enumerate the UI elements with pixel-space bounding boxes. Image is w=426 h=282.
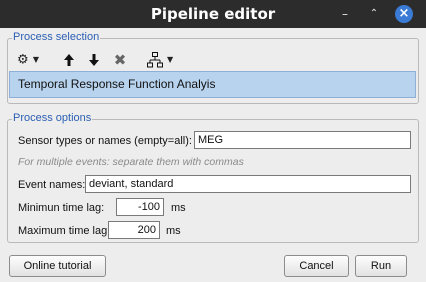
process-list-item[interactable]: Temporal Response Function Analyis xyxy=(9,71,416,98)
chevron-down-icon: ▼ xyxy=(32,55,39,64)
max-lag-field[interactable]: 200 xyxy=(108,221,160,239)
process-selection-panel: Process selection ⚙ ▼ ✖ ▼ Temporal Respo… xyxy=(7,31,419,104)
settings-menu-button[interactable]: ⚙ ▼ xyxy=(14,51,42,69)
process-selection-legend: Process selection xyxy=(12,31,101,43)
minimize-icon[interactable]: – xyxy=(336,5,354,23)
chevron-down-icon: ▼ xyxy=(166,55,174,64)
maximize-icon[interactable]: ⌃ xyxy=(365,5,383,23)
event-names-label: Event names: xyxy=(18,179,86,191)
move-down-button[interactable] xyxy=(87,51,101,69)
process-options-legend: Process options xyxy=(12,112,93,124)
cancel-button[interactable]: Cancel xyxy=(284,255,349,277)
event-names-field[interactable]: deviant, standard xyxy=(85,175,411,193)
title-bar: Pipeline editor – ⌃ × xyxy=(0,0,426,28)
pipeline-menu-button[interactable]: ▼ xyxy=(144,51,176,69)
window-title: Pipeline editor xyxy=(150,5,276,23)
sensor-field[interactable]: MEG xyxy=(194,131,411,149)
sensor-label: Sensor types or names (empty=all): xyxy=(18,135,192,147)
min-lag-field[interactable]: -100 xyxy=(116,198,164,216)
hierarchy-icon xyxy=(146,52,163,68)
arrow-down-icon xyxy=(89,53,99,66)
event-hint: For multiple events: separate them with … xyxy=(18,156,244,168)
arrow-up-icon xyxy=(64,53,74,66)
gear-icon: ⚙ xyxy=(17,52,29,68)
max-lag-label: Maximum time lag: xyxy=(18,225,111,237)
online-tutorial-button[interactable]: Online tutorial xyxy=(9,255,106,277)
delete-button[interactable]: ✖ xyxy=(111,51,129,69)
max-lag-unit: ms xyxy=(166,225,181,237)
min-lag-label: Minimun time lag: xyxy=(18,202,105,214)
move-up-button[interactable] xyxy=(62,51,76,69)
close-icon[interactable]: × xyxy=(395,5,413,23)
run-button[interactable]: Run xyxy=(355,255,407,277)
process-options-panel: Process options Sensor types or names (e… xyxy=(7,112,419,243)
delete-icon: ✖ xyxy=(113,51,127,69)
min-lag-unit: ms xyxy=(171,202,186,214)
